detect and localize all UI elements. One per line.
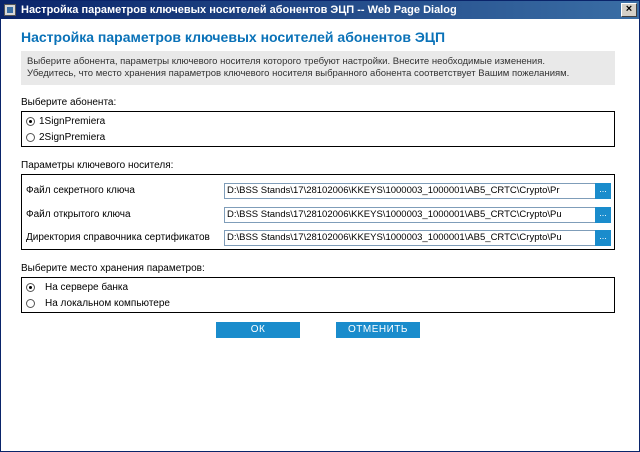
cancel-button[interactable]: ОТМЕНИТЬ [336, 322, 420, 338]
storage-section-label: Выберите место хранения параметров: [21, 263, 205, 274]
info-line-2: Убедитесь, что место хранения параметров… [27, 68, 570, 79]
public-key-browse-button[interactable]: ... [595, 207, 611, 223]
window-app-icon [4, 4, 16, 16]
key-params-section-label: Параметры ключевого носителя: [21, 160, 174, 171]
storage-option-label: На сервере банка [45, 282, 129, 293]
close-button[interactable]: × [621, 3, 637, 17]
storage-option-label: На локальном компьютере [45, 298, 170, 309]
info-panel: Выберите абонента, параметры ключевого н… [21, 51, 615, 85]
secret-key-label: Файл секретного ключа [26, 185, 135, 196]
cert-dir-browse-button[interactable]: ... [595, 230, 611, 246]
radio-checked-icon[interactable] [26, 117, 35, 126]
cert-dir-label: Директория справочника сертификатов [26, 232, 210, 243]
storage-group: На сервере банка На локальном компьютере [21, 277, 615, 313]
public-key-input[interactable]: D:\BSS Stands\17\28102006\KKEYS\1000003_… [224, 207, 596, 223]
radio-unchecked-icon[interactable] [26, 133, 35, 142]
key-params-group: Файл секретного ключа D:\BSS Stands\17\2… [21, 174, 615, 250]
subscriber-section-label: Выберите абонента: [21, 97, 117, 108]
secret-key-browse-button[interactable]: ... [595, 183, 611, 199]
subscriber-option-2[interactable]: 2SignPremiera [26, 132, 105, 143]
radio-unchecked-icon[interactable] [26, 299, 35, 308]
radio-checked-icon[interactable] [26, 283, 35, 292]
subscriber-option-1[interactable]: 1SignPremiera [26, 116, 105, 127]
dialog-window: Настройка параметров ключевых носителей … [0, 0, 640, 452]
page-title: Настройка параметров ключевых носителей … [21, 29, 446, 45]
cert-dir-input[interactable]: D:\BSS Stands\17\28102006\KKEYS\1000003_… [224, 230, 596, 246]
public-key-label: Файл открытого ключа [26, 209, 131, 220]
window-title: Настройка параметров ключевых носителей … [21, 4, 457, 16]
info-line-1: Выберите абонента, параметры ключевого н… [27, 56, 545, 67]
title-bar: Настройка параметров ключевых носителей … [1, 1, 639, 19]
storage-option-local[interactable]: На локальном компьютере [26, 298, 170, 309]
subscriber-group: 1SignPremiera 2SignPremiera [21, 111, 615, 147]
subscriber-option-label: 1SignPremiera [39, 116, 106, 127]
subscriber-option-label: 2SignPremiera [39, 132, 106, 143]
storage-option-bank-server[interactable]: На сервере банка [26, 282, 128, 293]
ok-button[interactable]: ОК [216, 322, 300, 338]
secret-key-input[interactable]: D:\BSS Stands\17\28102006\KKEYS\1000003_… [224, 183, 596, 199]
